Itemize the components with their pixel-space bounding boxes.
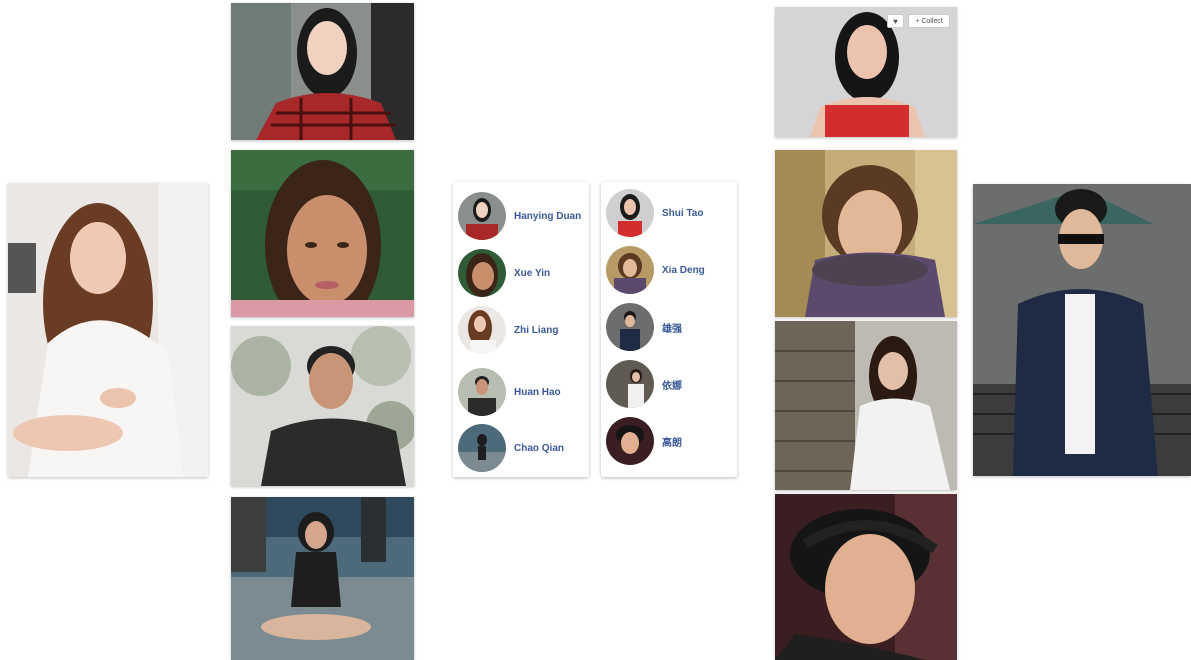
avatar[interactable]	[458, 424, 506, 472]
photo-man-black-tshirt[interactable]	[231, 326, 414, 486]
photo-woman-closeup-green[interactable]	[231, 150, 414, 317]
plus-icon: +	[915, 17, 920, 25]
photo-woman-white-dress[interactable]	[8, 183, 208, 477]
avatar[interactable]	[606, 246, 654, 294]
person-item[interactable]: Chao Qian	[458, 423, 588, 473]
person-item[interactable]: 高朗	[606, 416, 736, 466]
photo-woman-red-plaid[interactable]	[231, 3, 414, 140]
person-name-link[interactable]: 高朗	[662, 434, 682, 449]
person-name-link[interactable]: 雄强	[662, 320, 682, 335]
photo-woman-red-top[interactable]: ♥ + Collect	[775, 7, 957, 137]
person-item[interactable]: Shui Tao	[606, 188, 736, 238]
avatar[interactable]	[458, 306, 506, 354]
person-name-link[interactable]: Xia Deng	[662, 265, 705, 276]
avatar[interactable]	[606, 303, 654, 351]
person-name-link[interactable]: 依娜	[662, 377, 682, 392]
person-item[interactable]: Xia Deng	[606, 245, 736, 295]
avatar[interactable]	[606, 417, 654, 465]
photo-woman-white-ao-dai[interactable]	[775, 321, 957, 490]
person-item[interactable]: 雄强	[606, 302, 736, 352]
person-name-link[interactable]: Hanying Duan	[514, 211, 581, 222]
person-item[interactable]: Zhi Liang	[458, 305, 588, 355]
heart-icon: ♥	[893, 16, 898, 26]
photo-man-sunglasses[interactable]	[973, 184, 1191, 476]
avatar[interactable]	[606, 360, 654, 408]
avatar[interactable]	[606, 189, 654, 237]
person-item[interactable]: Hanying Duan	[458, 191, 588, 241]
like-button[interactable]: ♥	[887, 14, 904, 28]
person-name-link[interactable]: Huan Hao	[514, 387, 561, 398]
photo-woman-headband-smile[interactable]	[775, 494, 957, 660]
collect-button[interactable]: + Collect	[908, 14, 950, 28]
collect-label: Collect	[921, 17, 943, 25]
person-name-link[interactable]: Shui Tao	[662, 208, 703, 219]
person-name-link[interactable]: Zhi Liang	[514, 325, 558, 336]
photo-girl-scarf[interactable]	[775, 150, 957, 317]
person-item[interactable]: Xue Yin	[458, 248, 588, 298]
person-item[interactable]: Huan Hao	[458, 367, 588, 417]
person-item[interactable]: 依娜	[606, 359, 736, 409]
person-name-link[interactable]: Xue Yin	[514, 268, 550, 279]
people-card-right: Shui Tao Xia Deng 雄强 依娜 高朗	[601, 182, 737, 477]
people-card-left: Hanying Duan Xue Yin Zhi Liang Huan Hao …	[453, 182, 589, 477]
avatar[interactable]	[458, 192, 506, 240]
person-name-link[interactable]: Chao Qian	[514, 443, 564, 454]
photo-woman-sitting-street[interactable]	[231, 497, 414, 660]
avatar[interactable]	[458, 368, 506, 416]
avatar[interactable]	[458, 249, 506, 297]
